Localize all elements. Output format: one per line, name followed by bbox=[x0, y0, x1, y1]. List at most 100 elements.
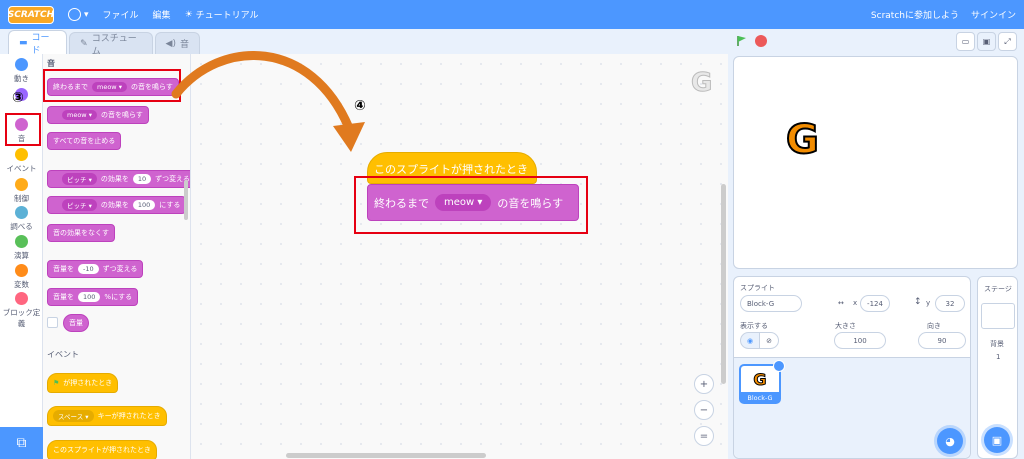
choose-sprite-button[interactable]: ◕ bbox=[937, 428, 963, 454]
code-workspace[interactable]: G このスプライトが押されたとき 終わるまで meow ▾ の音を鳴らす ④ +… bbox=[171, 51, 728, 459]
sprite-watermark-icon: G bbox=[690, 68, 713, 99]
category-dot-icon bbox=[15, 178, 28, 191]
scratch-logo[interactable]: SCRATCH bbox=[8, 5, 54, 24]
volume-set-input[interactable]: 100 bbox=[78, 292, 101, 302]
block-set-volume[interactable]: 音量を 100 %にする bbox=[47, 288, 139, 306]
signin-link[interactable]: サインイン bbox=[971, 8, 1016, 21]
block-when-sprite-clicked[interactable]: このスプライトが押されたとき bbox=[47, 440, 157, 459]
category-control[interactable]: 制御 bbox=[0, 178, 43, 204]
y-label: y bbox=[926, 299, 931, 307]
image-icon: ▣ bbox=[991, 433, 1003, 447]
tutorials-menu[interactable]: ☀ チュートリアル bbox=[184, 8, 259, 22]
zoom-reset-button[interactable]: = bbox=[694, 426, 714, 446]
stage-selector[interactable]: ステージ 背景 1 ▣ bbox=[977, 276, 1018, 459]
annotation-box-script bbox=[354, 176, 588, 234]
workspace-vertical-scrollbar[interactable] bbox=[721, 184, 726, 384]
language-menu[interactable]: ▾ bbox=[68, 8, 89, 21]
volume-change-input[interactable]: -10 bbox=[78, 264, 99, 274]
palette-heading-sound: 音 bbox=[47, 59, 55, 68]
block-set-effect[interactable]: ピッチ ▾ の効果を 100 にする bbox=[47, 196, 187, 214]
menu-bar: SCRATCH ▾ ファイル 編集 ☀ チュートリアル Scratchに参加しよう… bbox=[0, 0, 1024, 29]
volume-checkbox[interactable] bbox=[47, 317, 58, 328]
annotation-box-3 bbox=[5, 113, 41, 146]
small-stage-button[interactable]: ▭ bbox=[956, 32, 975, 51]
brush-icon: ✎ bbox=[80, 38, 88, 49]
annotation-number-3: ③ bbox=[12, 90, 24, 106]
lightbulb-icon: ☀ bbox=[184, 9, 193, 20]
effect-set-input[interactable]: 100 bbox=[132, 200, 156, 210]
fullscreen-button[interactable]: ⤢ bbox=[998, 32, 1017, 51]
category-variables[interactable]: 変数 bbox=[0, 264, 43, 290]
add-extension-button[interactable]: ⧉ bbox=[0, 427, 43, 459]
category-motion[interactable]: 動き bbox=[0, 58, 43, 84]
cat-icon: ◕ bbox=[945, 434, 955, 448]
block-change-volume[interactable]: 音量を -10 ずつ変える bbox=[47, 260, 144, 278]
category-operators[interactable]: 演算 bbox=[0, 235, 43, 261]
show-label: 表示する bbox=[740, 322, 768, 330]
block-change-effect[interactable]: ピッチ ▾ の効果を 10 ずつ変える bbox=[47, 170, 190, 188]
category-dot-icon bbox=[15, 58, 28, 71]
annotation-box-palette-block bbox=[43, 69, 181, 102]
stage-canvas[interactable]: G bbox=[733, 56, 1018, 269]
sprite-block-g-icon[interactable]: G bbox=[785, 116, 820, 164]
x-arrows-icon: ↔ bbox=[838, 299, 844, 307]
editor-tabs: ▬ コード ✎ コスチューム ◀) 音 bbox=[0, 29, 200, 57]
show-visible-button[interactable]: ◉ bbox=[740, 332, 760, 349]
hide-button[interactable]: ⊘ bbox=[759, 332, 779, 349]
speaker-icon: ◀) bbox=[165, 38, 176, 49]
stage-label: ステージ bbox=[984, 285, 1012, 293]
effect-dropdown[interactable]: ピッチ ▾ bbox=[62, 199, 97, 211]
x-field[interactable]: -124 bbox=[860, 295, 890, 312]
sprite-name-field[interactable]: Block-G bbox=[740, 295, 802, 312]
tab-costumes[interactable]: ✎ コスチューム bbox=[69, 32, 153, 57]
stage-header: ▭ ▣ ⤢ bbox=[728, 29, 1024, 54]
block-when-key-pressed[interactable]: スペース ▾ キーが押されたとき bbox=[47, 406, 167, 426]
tab-code[interactable]: ▬ コード bbox=[8, 30, 68, 56]
stage-thumbnail[interactable] bbox=[981, 303, 1015, 329]
zoom-out-button[interactable]: − bbox=[694, 400, 714, 420]
category-my-blocks[interactable]: ブロック定義 bbox=[0, 292, 43, 329]
sprite-block-g-icon: G bbox=[741, 366, 779, 392]
globe-icon bbox=[68, 8, 81, 21]
join-link[interactable]: Scratchに参加しよう bbox=[871, 8, 959, 21]
y-arrows-icon: ↕ bbox=[914, 297, 922, 307]
direction-field[interactable]: 90 bbox=[918, 332, 966, 349]
file-menu[interactable]: ファイル bbox=[103, 8, 139, 21]
category-dot-icon bbox=[15, 292, 28, 305]
palette-scrollbar[interactable] bbox=[184, 180, 188, 220]
stop-icon[interactable] bbox=[755, 35, 767, 47]
block-palette: 音 終わるまで meow ▾ の音を鳴らす meow ▾ の音を鳴らす すべての音を止… bbox=[43, 54, 191, 459]
workspace-horizontal-scrollbar[interactable] bbox=[286, 453, 486, 458]
y-field[interactable]: 32 bbox=[935, 295, 965, 312]
extension-icon: ⧉ bbox=[16, 435, 27, 451]
large-stage-button[interactable]: ▣ bbox=[977, 32, 996, 51]
size-field[interactable]: 100 bbox=[834, 332, 886, 349]
direction-label: 向き bbox=[927, 322, 941, 330]
green-flag-icon: ⚑ bbox=[53, 379, 60, 387]
effect-change-input[interactable]: 10 bbox=[132, 174, 152, 184]
block-clear-effects[interactable]: 音の効果をなくす bbox=[47, 224, 115, 242]
edit-menu[interactable]: 編集 bbox=[153, 8, 171, 21]
category-events[interactable]: イベント bbox=[0, 148, 43, 174]
delete-sprite-icon[interactable] bbox=[773, 360, 785, 372]
backdrops-label: 背景 bbox=[990, 340, 1004, 348]
palette-heading-events: イベント bbox=[47, 350, 79, 359]
category-dot-icon bbox=[15, 148, 28, 161]
block-start-sound[interactable]: meow ▾ の音を鳴らす bbox=[47, 106, 149, 124]
zoom-in-button[interactable]: + bbox=[694, 374, 714, 394]
sprite-info-pane: スプライト Block-G ↔ x -124 ↕ y 32 表示する ◉ ⊘ 大… bbox=[733, 276, 971, 459]
block-when-flag-clicked[interactable]: ⚑ が押されたとき bbox=[47, 373, 119, 393]
block-stop-all-sounds[interactable]: すべての音を止める bbox=[47, 132, 122, 150]
category-sensing[interactable]: 調べる bbox=[0, 206, 43, 232]
sprite-list: G Block-G ◕ bbox=[734, 357, 970, 458]
category-dot-icon bbox=[15, 235, 28, 248]
choose-backdrop-button[interactable]: ▣ bbox=[984, 427, 1010, 453]
key-dropdown[interactable]: スペース ▾ bbox=[53, 410, 94, 422]
sound-dropdown[interactable]: meow ▾ bbox=[62, 110, 97, 120]
green-flag-icon[interactable] bbox=[736, 35, 748, 47]
reporter-volume[interactable]: 音量 bbox=[63, 314, 89, 332]
code-icon: ▬ bbox=[19, 37, 28, 48]
chevron-down-icon: ▾ bbox=[84, 9, 89, 20]
category-dot-icon bbox=[15, 264, 28, 277]
effect-dropdown[interactable]: ピッチ ▾ bbox=[62, 173, 97, 185]
